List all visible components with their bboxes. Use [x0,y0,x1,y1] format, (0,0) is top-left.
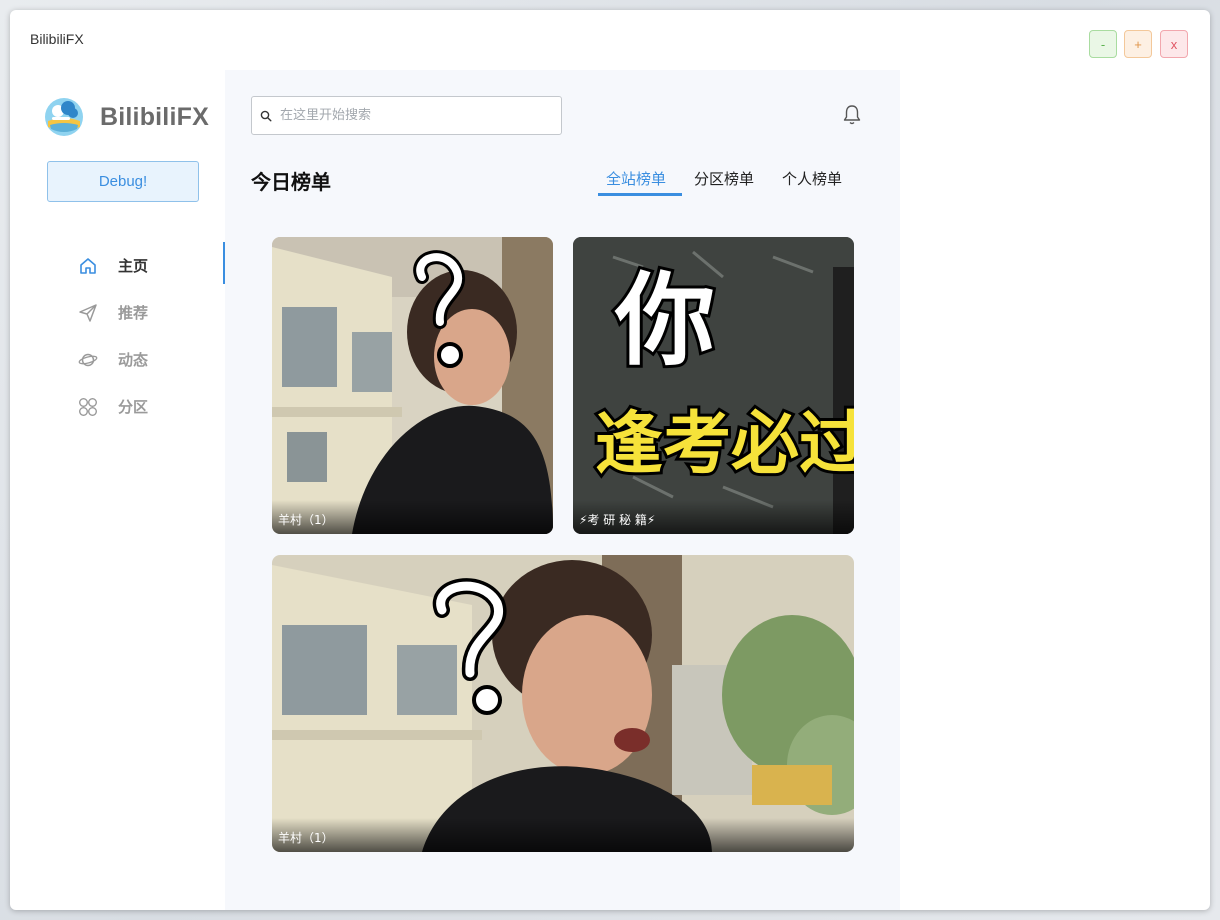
video-card[interactable]: 你 逢考必过 ⚡考 研 秘 籍⚡ [573,237,854,534]
tab-category[interactable]: 分区榜单 [686,168,762,196]
video-card[interactable]: 羊村（1） [272,555,854,852]
home-icon [80,257,96,274]
main-panel: 今日榜单 全站榜单 分区榜单 个人榜单 [225,70,900,910]
sidebar-nav: 主页 推荐 动态 分区 [10,242,226,430]
search-icon [260,110,272,122]
tab-personal[interactable]: 个人榜单 [774,168,850,196]
tab-all-site[interactable]: 全站榜单 [598,168,683,196]
logo-icon [45,98,83,136]
sidebar-item-label: 推荐 [118,304,149,322]
section-title: 今日榜单 [251,170,331,194]
maximize-button[interactable]: + [1124,30,1152,58]
sidebar-item-recommend[interactable]: 推荐 [10,289,225,336]
search-box[interactable] [251,96,562,135]
planet-icon [78,353,98,366]
overlay-text-pass: 逢考必过 [595,405,854,484]
bell-icon[interactable] [842,104,862,126]
sidebar-item-category[interactable]: 分区 [10,383,225,430]
close-button[interactable]: x [1160,30,1188,58]
sidebar-item-label: 动态 [118,351,149,369]
debug-button[interactable]: Debug! [47,161,199,202]
sidebar-item-label: 主页 [118,257,149,275]
video-thumbnail [272,237,553,534]
video-thumbnail: 你 逢考必过 [573,237,854,534]
overlay-text-you: 你 [614,262,715,379]
minimize-button[interactable]: - [1089,30,1117,58]
caption-gradient [272,818,854,852]
app-window: BilibiliFX - + x BilibiliFX Debug! 主页 推荐… [10,10,1210,910]
video-card[interactable]: 羊村（1） [272,237,553,534]
video-thumbnail [272,555,854,852]
video-caption: 羊村（1） [278,513,334,527]
sidebar-item-dynamic[interactable]: 动态 [10,336,225,383]
search-input[interactable] [278,107,552,124]
sidebar-item-home[interactable]: 主页 [10,242,226,289]
video-caption: ⚡考 研 秘 籍⚡ [579,513,656,527]
window-title: BilibiliFX [30,31,84,47]
logo-text: BilibiliFX [100,102,209,131]
grid-icon [79,397,97,416]
sidebar: BilibiliFX Debug! 主页 推荐 动态 分区 [10,70,226,910]
app-logo: BilibiliFX [44,97,209,137]
sidebar-item-label: 分区 [118,398,149,416]
video-caption: 羊村（1） [278,831,334,845]
send-icon [79,303,97,322]
ranking-tabs: 全站榜单 分区榜单 个人榜单 [598,168,862,196]
